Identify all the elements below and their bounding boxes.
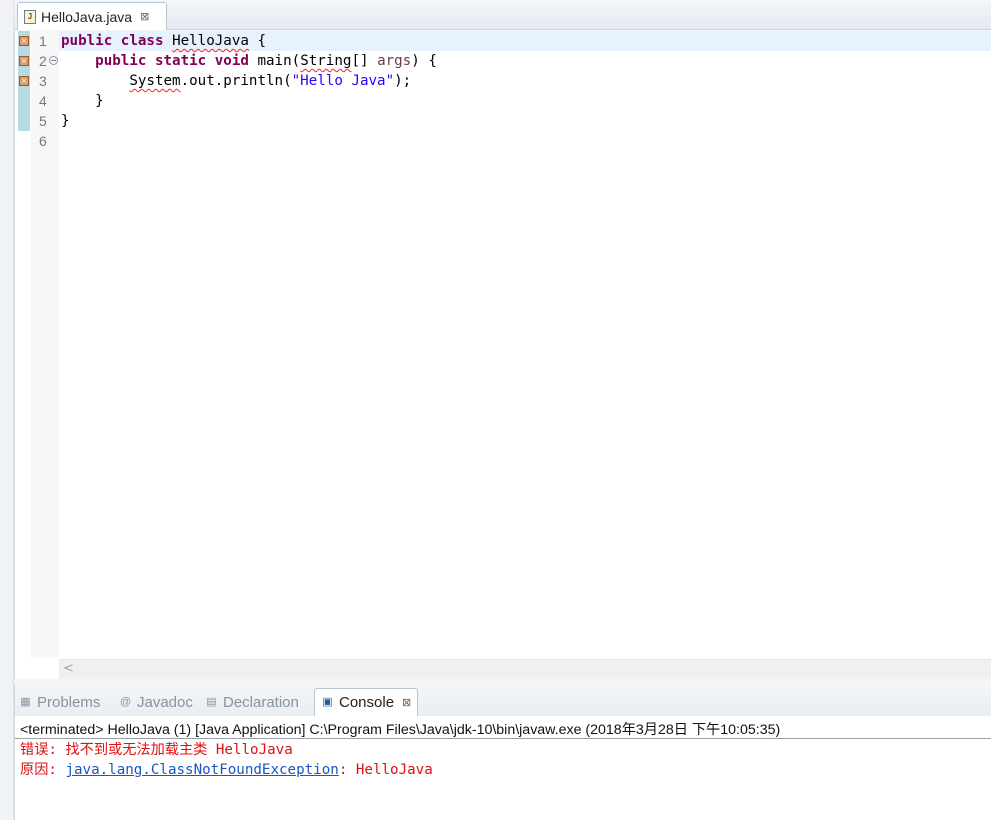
console-icon: ▣ <box>322 696 333 708</box>
code-text: ); <box>394 73 412 89</box>
tab-javadoc[interactable]: @ Javadoc <box>119 688 193 716</box>
line-number: 3 <box>39 73 47 89</box>
at-icon: @ <box>119 695 132 708</box>
code-text: ) { <box>411 53 437 69</box>
parameter-name: args <box>377 53 412 69</box>
tab-label: Console <box>339 694 395 711</box>
console-text: 原因: <box>20 762 66 778</box>
editor-tabbar: J HelloJava.java ⊠ <box>14 0 991 30</box>
keyword: void <box>214 53 249 69</box>
tab-hellojava[interactable]: J HelloJava.java ⊠ <box>17 2 167 30</box>
error-marker-icon[interactable]: × <box>19 36 29 46</box>
horizontal-scrollbar[interactable]: < <box>59 659 991 679</box>
keyword: class <box>120 33 164 49</box>
string-literal: "Hello Java" <box>291 73 395 89</box>
tab-problems[interactable]: ▦ Problems <box>19 688 100 716</box>
code-line-3[interactable]: System.out.println("Hello Java"); <box>61 71 411 91</box>
code-text: main( <box>248 53 301 69</box>
code-line-5[interactable]: } <box>61 111 70 131</box>
java-file-icon: J <box>24 9 36 24</box>
line-number: 1 <box>39 33 47 49</box>
error-marker-icon[interactable]: × <box>19 56 29 66</box>
tab-label: Javadoc <box>137 693 193 711</box>
code-line-1[interactable]: public class HelloJava { <box>61 31 266 51</box>
problems-icon: ▦ <box>20 695 31 708</box>
bottom-panel: ▦ Problems @ Javadoc ▤ Declaration ▣ Con… <box>14 684 991 820</box>
code-line-2[interactable]: public static void main(String[] args) { <box>61 51 437 71</box>
console-text: : HelloJava <box>338 762 433 778</box>
exception-link[interactable]: java.lang.ClassNotFoundException <box>65 762 338 778</box>
overview-ruler: × × × <box>15 31 31 131</box>
code-editor[interactable]: × × × 1 2 − 3 4 5 6 public class HelloJa… <box>14 31 991 679</box>
tab-label: Declaration <box>223 693 299 711</box>
tab-label: HelloJava.java <box>41 8 133 25</box>
tab-declaration[interactable]: ▤ Declaration <box>205 688 299 716</box>
code-line-4[interactable]: } <box>61 91 104 111</box>
close-icon[interactable]: ⊠ <box>140 10 149 23</box>
console-error-line: 错误: 找不到或无法加载主类 HelloJava <box>20 742 293 758</box>
scroll-left-icon[interactable]: < <box>63 661 74 676</box>
line-number: 6 <box>39 133 47 149</box>
code-text: { <box>248 33 267 49</box>
error-marker-icon[interactable]: × <box>19 76 29 86</box>
line-number: 4 <box>39 93 47 109</box>
tab-console[interactable]: ▣ Console ⊠ <box>314 688 419 716</box>
console-status-line: <terminated> HelloJava (1) [Java Applica… <box>20 722 781 738</box>
fold-collapse-icon[interactable]: − <box>49 56 58 65</box>
code-text: } <box>95 93 104 109</box>
console-cause-line: 原因: java.lang.ClassNotFoundException: He… <box>20 760 433 780</box>
keyword: public <box>61 33 113 49</box>
type-name: System <box>129 73 181 89</box>
type-name: String <box>300 53 352 69</box>
tab-label: Problems <box>37 693 101 711</box>
code-text: [] <box>351 53 378 69</box>
keyword: public <box>95 53 147 69</box>
close-icon[interactable]: ⊠ <box>402 696 411 709</box>
declaration-icon: ▤ <box>206 695 217 708</box>
code-text: } <box>61 113 70 129</box>
class-name: HelloJava <box>172 33 249 49</box>
code-text: .out.println( <box>180 73 292 89</box>
panel-tabbar: ▦ Problems @ Javadoc ▤ Declaration ▣ Con… <box>15 684 991 716</box>
console-divider <box>15 738 991 739</box>
eclipse-window: J HelloJava.java ⊠ × × × 1 2 − 3 4 5 6 p… <box>0 0 991 820</box>
keyword: static <box>154 53 207 69</box>
line-number: 5 <box>39 113 47 129</box>
left-trim <box>0 0 14 820</box>
